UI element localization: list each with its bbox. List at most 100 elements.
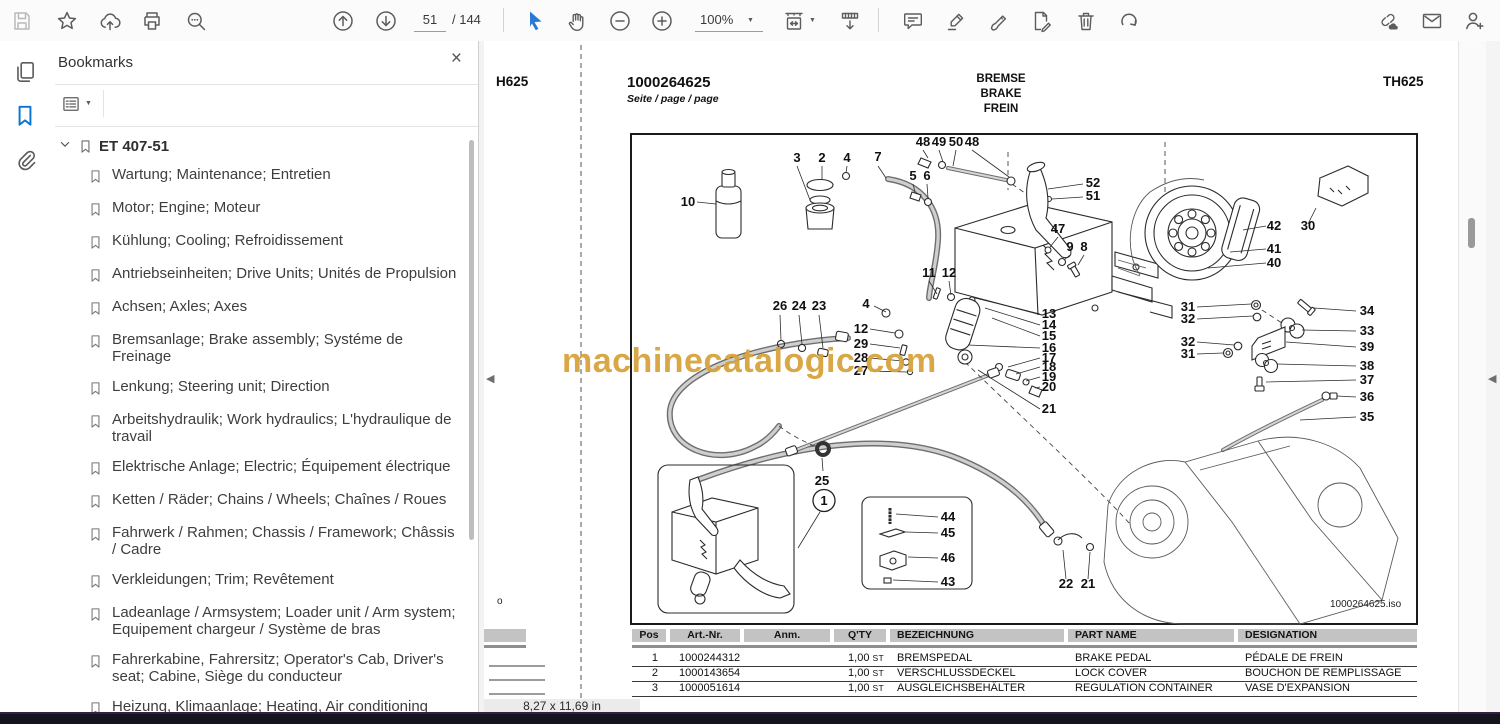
bookmark-icon bbox=[88, 266, 103, 285]
svg-text:22: 22 bbox=[1059, 576, 1073, 591]
svg-text:20: 20 bbox=[1042, 379, 1056, 394]
svg-text:38: 38 bbox=[1360, 358, 1374, 373]
zoom-level-select[interactable]: 100% bbox=[700, 12, 733, 27]
parts-table-header: Pos Art.-Nr. Anm. Q'TY BEZEICHNUNG PART … bbox=[632, 629, 1417, 642]
bookmark-item[interactable]: Fahrerkabine, Fahrersitz; Operator's Cab… bbox=[88, 651, 460, 685]
bookmark-item[interactable]: Verkleidungen; Trim; Revêtement bbox=[88, 571, 460, 591]
sidebar-rail bbox=[0, 41, 56, 712]
page-down-icon[interactable] bbox=[374, 9, 398, 33]
collapse-right-panel-icon[interactable]: ◀ bbox=[1488, 372, 1496, 385]
bookmark-item[interactable]: Arbeitshydraulik; Work hydraulics; L'hyd… bbox=[88, 411, 460, 445]
table-separator bbox=[632, 645, 1417, 648]
attachments-icon[interactable] bbox=[12, 147, 38, 173]
sign-pen-icon[interactable] bbox=[987, 9, 1011, 33]
col-header-artnr: Art.-Nr. bbox=[670, 629, 740, 642]
bookmark-item-label: Achsen; Axles; Axes bbox=[112, 298, 248, 315]
print-icon[interactable] bbox=[140, 9, 164, 33]
add-person-icon[interactable] bbox=[1462, 9, 1486, 33]
chevron-down-icon: ▼ bbox=[85, 100, 92, 107]
page-total-label: / 144 bbox=[452, 12, 481, 27]
bookmark-item[interactable]: Wartung; Maintenance; Entretien bbox=[88, 166, 460, 186]
bookmark-item-label: Ladeanlage / Armsystem; Loader unit / Ar… bbox=[112, 604, 456, 638]
page-thumbnails-icon[interactable] bbox=[12, 59, 38, 85]
bookmark-icon bbox=[78, 137, 93, 156]
col-header-partname: PART NAME bbox=[1068, 629, 1234, 642]
iso-label: 1000264625.iso bbox=[1330, 599, 1402, 610]
cell-artnr: 1000143654 bbox=[679, 667, 741, 679]
svg-text:21: 21 bbox=[1042, 401, 1056, 416]
page-number-input[interactable]: 51 bbox=[416, 12, 444, 27]
bookmark-item[interactable]: Achsen; Axles; Axes bbox=[88, 298, 460, 318]
page-up-icon[interactable] bbox=[331, 9, 355, 33]
svg-text:3: 3 bbox=[793, 150, 800, 165]
select-cursor-icon[interactable] bbox=[523, 9, 547, 33]
zoom-caret-icon[interactable]: ▼ bbox=[747, 17, 754, 24]
save-icon[interactable] bbox=[10, 9, 34, 33]
bookmark-item[interactable]: Motor; Engine; Moteur bbox=[88, 199, 460, 219]
highlighter-icon[interactable] bbox=[944, 9, 968, 33]
svg-text:7: 7 bbox=[874, 149, 881, 164]
bookmark-item[interactable]: Kühlung; Cooling; Refroidissement bbox=[88, 232, 460, 252]
fill-sign-icon[interactable] bbox=[1029, 9, 1053, 33]
svg-text:48: 48 bbox=[965, 134, 979, 149]
svg-text:32: 32 bbox=[1181, 311, 1195, 326]
svg-text:11: 11 bbox=[922, 265, 936, 280]
zoom-in-icon[interactable] bbox=[650, 9, 674, 33]
bookmark-item[interactable]: Antriebseinheiten; Drive Units; Unités d… bbox=[88, 265, 460, 285]
table-row: 1 1000244312 1,00 ST BREMSPEDAL BRAKE PE… bbox=[632, 652, 1417, 667]
page-input-underline bbox=[414, 31, 446, 32]
svg-text:51: 51 bbox=[1086, 188, 1100, 203]
divider bbox=[103, 90, 104, 117]
bookmark-item[interactable]: Bremsanlage; Brake assembly; Systéme de … bbox=[88, 331, 460, 365]
svg-text:1: 1 bbox=[820, 493, 827, 508]
svg-text:33: 33 bbox=[1360, 323, 1374, 338]
bookmark-root[interactable]: ET 407-51 bbox=[58, 136, 169, 156]
bookmark-icon bbox=[88, 332, 103, 351]
email-icon[interactable] bbox=[1420, 9, 1444, 33]
bottom-bar bbox=[0, 712, 1500, 724]
bookmark-icon bbox=[88, 379, 103, 398]
chevron-down-icon[interactable] bbox=[58, 137, 72, 156]
cloud-upload-icon[interactable] bbox=[98, 9, 122, 33]
collapse-panel-icon[interactable]: ◀ bbox=[486, 372, 494, 385]
bookmark-icon bbox=[88, 605, 103, 624]
panel-scrollbar-thumb[interactable] bbox=[469, 140, 474, 540]
fit-caret-icon[interactable]: ▼ bbox=[809, 17, 816, 24]
bookmark-options-button[interactable]: ▼ bbox=[61, 91, 101, 117]
bookmark-item[interactable]: Lenkung; Steering unit; Direction bbox=[88, 378, 460, 398]
zoom-out-icon[interactable] bbox=[608, 9, 632, 33]
vertical-scrollbar-track[interactable] bbox=[1458, 41, 1488, 712]
cell-anm bbox=[744, 682, 830, 696]
bookmark-item[interactable]: Ladeanlage / Armsystem; Loader unit / Ar… bbox=[88, 604, 460, 638]
cell-qty: 1,00 ST bbox=[848, 652, 884, 664]
redo-icon[interactable] bbox=[1117, 9, 1141, 33]
cell-partname: REGULATION CONTAINER bbox=[1075, 682, 1213, 694]
bookmark-item[interactable]: Ketten / Räder; Chains / Wheels; Chaînes… bbox=[88, 491, 460, 511]
bookmarks-icon[interactable] bbox=[12, 103, 38, 129]
svg-text:24: 24 bbox=[792, 298, 807, 313]
bookmark-item-label: Arbeitshydraulik; Work hydraulics; L'hyd… bbox=[112, 411, 452, 445]
svg-text:25: 25 bbox=[815, 473, 829, 488]
cell-partname: BRAKE PEDAL bbox=[1075, 652, 1152, 664]
page-size-indicator: 8,27 x 11,69 in bbox=[484, 699, 640, 713]
comment-icon[interactable] bbox=[901, 9, 925, 33]
bookmark-item[interactable]: Elektrische Anlage; Electric; Équipement… bbox=[88, 458, 460, 478]
parts-diagram: 1000264625.iso 3 2 4 748 49 50 485 6 525110479 84… bbox=[484, 45, 1418, 700]
cell-anm bbox=[744, 667, 830, 681]
close-icon[interactable]: × bbox=[451, 49, 462, 68]
cell-artnr: 1000244312 bbox=[679, 652, 741, 664]
toolbar: 51 / 144 100% ▼ ▼ bbox=[0, 0, 1500, 42]
page-scroll-icon[interactable] bbox=[838, 9, 862, 33]
hand-icon[interactable] bbox=[565, 9, 589, 33]
bookmark-item[interactable]: Fahrwerk / Rahmen; Chassis / Framework; … bbox=[88, 524, 460, 558]
search-icon[interactable] bbox=[184, 9, 208, 33]
trash-icon[interactable] bbox=[1074, 9, 1098, 33]
fit-width-icon[interactable] bbox=[782, 9, 806, 33]
share-link-icon[interactable] bbox=[1376, 9, 1400, 33]
svg-text:42: 42 bbox=[1267, 218, 1281, 233]
svg-text:31: 31 bbox=[1181, 346, 1195, 361]
star-icon[interactable] bbox=[55, 9, 79, 33]
cell-qty: 1,00 ST bbox=[848, 682, 884, 694]
bookmark-icon bbox=[88, 200, 103, 219]
vertical-scrollbar-thumb[interactable] bbox=[1468, 218, 1475, 248]
